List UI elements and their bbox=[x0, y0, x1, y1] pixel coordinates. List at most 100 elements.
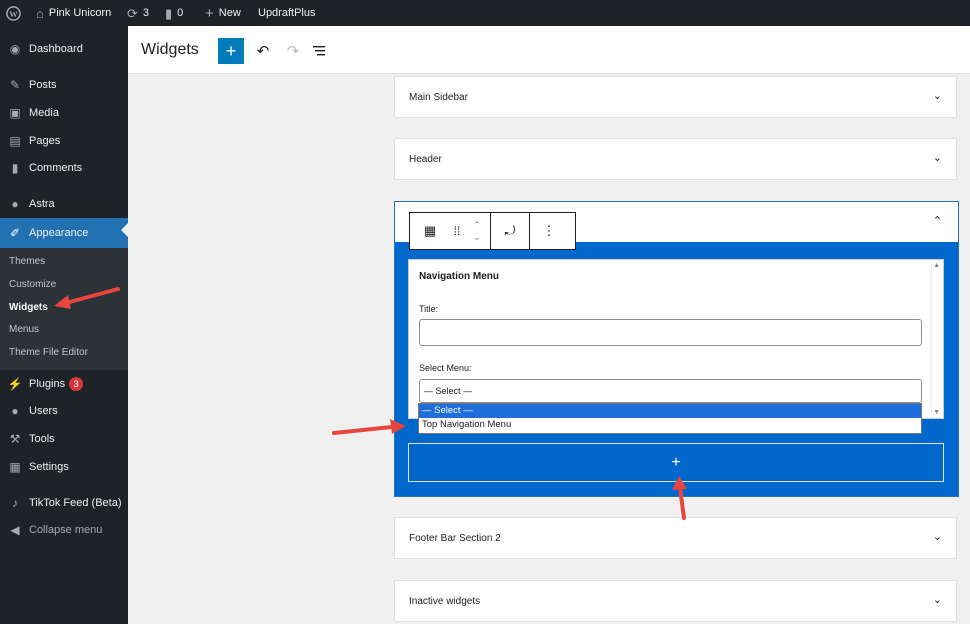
home-icon: ⌂ bbox=[36, 5, 44, 21]
transform-button[interactable]: ⤾ bbox=[491, 213, 529, 249]
sidebar-item-appearance[interactable]: ✐ Appearance bbox=[0, 218, 128, 248]
add-block-button[interactable]: + bbox=[218, 38, 244, 64]
option-top-navigation-menu[interactable]: Top Navigation Menu bbox=[419, 418, 921, 432]
tiktok-icon: ♪ bbox=[12, 495, 18, 510]
astra-icon: ● bbox=[11, 196, 19, 211]
updates-count: 3 bbox=[142, 7, 150, 19]
undo-button[interactable]: ↶ bbox=[250, 38, 276, 64]
new-content-link[interactable]: + New bbox=[205, 0, 241, 26]
site-name: Pink Unicorn bbox=[48, 7, 112, 19]
widget-scrollbar[interactable] bbox=[931, 262, 941, 418]
sidebar-item-label: Settings bbox=[29, 460, 69, 473]
submenu-item-customize[interactable]: Customize bbox=[9, 279, 56, 290]
updates-link[interactable]: ⟳ 3 bbox=[127, 0, 149, 26]
submenu-item-menus[interactable]: Menus bbox=[9, 324, 39, 335]
sidebar-item-dashboard[interactable]: ◉ Dashboard bbox=[0, 36, 128, 61]
widget-area-footer-bar-section-2[interactable]: Footer Bar Section 2 ⌄ bbox=[394, 517, 957, 559]
widget-area-header[interactable]: Header ⌄ bbox=[394, 138, 957, 180]
option-select[interactable]: — Select — bbox=[419, 404, 921, 418]
select-menu-options: — Select — Top Navigation Menu bbox=[418, 403, 922, 434]
wp-logo-button[interactable]: W bbox=[6, 0, 21, 26]
widget-area-inactive-widgets[interactable]: Inactive widgets ⌄ bbox=[394, 580, 957, 622]
chevron-up-icon[interactable]: ⌃ bbox=[933, 214, 942, 227]
more-options-button[interactable]: ⋮ bbox=[530, 213, 568, 249]
wordpress-icon: W bbox=[6, 5, 21, 21]
sidebar-item-label: Tools bbox=[29, 432, 55, 445]
updraftplus-link[interactable]: UpdraftPlus bbox=[258, 0, 315, 26]
sidebar-item-users[interactable]: ● Users bbox=[0, 398, 128, 423]
comment-icon: ▮ bbox=[11, 160, 19, 175]
pages-icon: ▤ bbox=[9, 133, 21, 148]
sidebar-item-label: Comments bbox=[29, 161, 83, 174]
chevron-down-icon[interactable]: ⌄ bbox=[473, 231, 481, 243]
drag-handle-icon: ⁞⁞ bbox=[453, 224, 461, 238]
plugin-icon: ⚡ bbox=[7, 376, 23, 391]
drag-handle[interactable]: ⁞⁞ bbox=[450, 213, 464, 249]
sidebar-item-label: TikTok Feed (Beta) bbox=[29, 496, 122, 509]
media-icon: ▣ bbox=[9, 105, 21, 120]
sidebar-item-label: Media bbox=[29, 106, 59, 119]
sidebar-item-astra[interactable]: ● Astra bbox=[0, 191, 128, 216]
title-field-label: Title: bbox=[419, 304, 439, 314]
collapse-arrow-icon: ◀ bbox=[10, 522, 20, 537]
chevron-down-icon: ⌄ bbox=[932, 531, 942, 543]
sidebar-item-comments[interactable]: ▮ Comments bbox=[0, 155, 128, 180]
comments-count: 0 bbox=[177, 7, 184, 19]
move-block-buttons[interactable]: ⌃ ⌄ bbox=[464, 213, 490, 249]
chevron-up-icon[interactable]: ⌃ bbox=[473, 219, 481, 231]
chevron-down-icon: ⌄ bbox=[932, 594, 942, 606]
sidebar-item-posts[interactable]: ✎ Posts bbox=[0, 72, 128, 97]
transform-icon: ⤾ bbox=[504, 223, 516, 238]
submenu-item-widgets[interactable]: Widgets bbox=[9, 302, 48, 313]
list-view-icon bbox=[313, 46, 325, 56]
navigation-menu-widget: Navigation Menu Title: Select Menu: — Se… bbox=[408, 259, 944, 419]
paintbrush-icon: ✐ bbox=[9, 226, 21, 240]
more-vertical-icon: ⋮ bbox=[542, 223, 556, 238]
pin-icon: ✎ bbox=[9, 77, 21, 92]
admin-sidebar: ◉ Dashboard ✎ Posts ▣ Media ▤ Pages ▮ Co… bbox=[0, 26, 128, 624]
comments-link[interactable]: ▮ 0 bbox=[165, 0, 183, 26]
site-name-link[interactable]: ⌂ Pink Unicorn bbox=[36, 0, 111, 26]
list-view-button[interactable] bbox=[307, 38, 333, 64]
sidebar-item-plugins[interactable]: ⚡ Plugins 3 bbox=[0, 371, 128, 396]
annotation-arrow-dropdown bbox=[332, 419, 406, 435]
sidebar-item-label: Appearance bbox=[29, 227, 89, 239]
block-type-button[interactable]: ▦ bbox=[410, 213, 450, 249]
active-indicator bbox=[121, 223, 128, 237]
admin-bar: W ⌂ Pink Unicorn ⟳ 3 ▮ 0 + New UpdraftPl… bbox=[0, 0, 970, 26]
editor-header: Widgets + ↶ ↷ bbox=[128, 26, 970, 74]
wrench-icon: ⚒ bbox=[9, 431, 21, 446]
updraftplus-label: UpdraftPlus bbox=[258, 7, 316, 19]
plus-icon: + bbox=[205, 4, 214, 22]
collapse-menu-button[interactable]: ◀ Collapse menu bbox=[0, 517, 128, 542]
sidebar-item-tools[interactable]: ⚒ Tools bbox=[0, 426, 128, 451]
sidebar-item-tiktok-feed[interactable]: ♪ TikTok Feed (Beta) bbox=[0, 490, 128, 515]
select-menu-label: Select Menu: bbox=[419, 363, 472, 373]
block-toolbar: ▦ ⁞⁞ ⌃ ⌄ ⤾ ⋮ bbox=[409, 212, 576, 250]
annotation-arrow-widgets bbox=[54, 287, 120, 309]
page-title: Widgets bbox=[141, 41, 199, 58]
widget-title: Navigation Menu bbox=[419, 271, 500, 282]
sidebar-item-pages[interactable]: ▤ Pages bbox=[0, 128, 128, 153]
scroll-up-icon[interactable]: ▲ bbox=[933, 262, 940, 269]
dashboard-icon: ◉ bbox=[9, 41, 21, 56]
sidebar-item-label: Dashboard bbox=[29, 42, 83, 55]
sidebar-item-media[interactable]: ▣ Media bbox=[0, 100, 128, 125]
submenu-item-theme-file-editor[interactable]: Theme File Editor bbox=[9, 347, 88, 358]
chevron-down-icon: ⌄ bbox=[932, 90, 942, 102]
undo-icon: ↶ bbox=[256, 43, 270, 60]
widget-area-main-sidebar[interactable]: Main Sidebar ⌄ bbox=[394, 76, 957, 118]
select-menu-dropdown[interactable]: — Select — bbox=[419, 379, 922, 403]
redo-button[interactable]: ↷ bbox=[280, 38, 306, 64]
chevron-down-icon: ⌄ bbox=[932, 152, 942, 164]
scroll-down-icon[interactable]: ▼ bbox=[933, 409, 940, 416]
annotation-arrow-appender bbox=[672, 476, 687, 520]
collapse-menu-label: Collapse menu bbox=[29, 523, 103, 536]
title-field[interactable] bbox=[419, 319, 922, 346]
plus-icon: + bbox=[671, 453, 681, 471]
svg-text:W: W bbox=[9, 8, 18, 18]
widget-area-title: Inactive widgets bbox=[409, 596, 481, 607]
sidebar-item-settings[interactable]: ▦ Settings bbox=[0, 454, 128, 479]
widget-area-title: Footer Bar Section 2 bbox=[409, 533, 501, 544]
submenu-item-themes[interactable]: Themes bbox=[9, 256, 45, 267]
